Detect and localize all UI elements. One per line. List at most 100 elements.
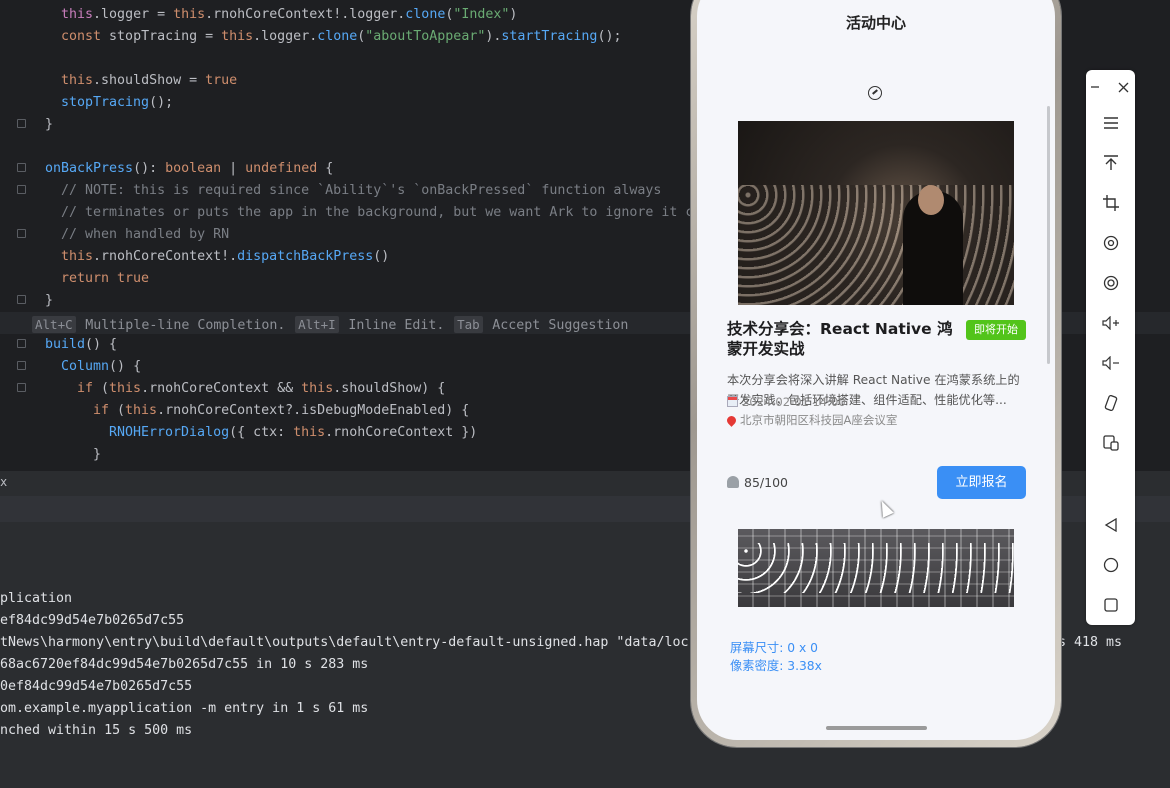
code-token: . — [205, 7, 214, 22]
console-line: 68ac6720ef84dc99d54e7b0265d7c55 in 10 s … — [0, 657, 369, 672]
hint-label: Multiple-line Completion. — [85, 318, 286, 333]
fold-marker-icon[interactable] — [17, 229, 26, 238]
menu-icon[interactable] — [1086, 109, 1135, 137]
fold-marker-icon[interactable] — [17, 295, 26, 304]
signup-button[interactable]: 立即报名 — [937, 466, 1026, 499]
code-line: build() { — [45, 334, 117, 356]
console-line: 0ef84dc99d54e7b0265d7c55 — [0, 679, 193, 694]
event-location-row: 北京市朝阳区科技园A座会议室 — [725, 412, 897, 428]
code-token: // terminates or puts the app in the bac… — [61, 205, 694, 220]
console-line: tNews\harmony\entry\build\default\output… — [0, 635, 689, 650]
emulator-toolbar — [1086, 70, 1135, 625]
code-token: this — [221, 29, 254, 44]
recents-icon[interactable] — [1086, 591, 1135, 619]
rotate-icon[interactable] — [1086, 229, 1135, 257]
code-token: | — [221, 161, 246, 176]
code-token: logger = — [101, 7, 174, 22]
code-token: if — [93, 403, 110, 418]
code-token: if — [77, 381, 94, 396]
code-line: } — [45, 290, 53, 312]
code-token: .rnohCoreContext!. — [93, 249, 238, 264]
code-token: this — [125, 403, 158, 418]
close-icon[interactable] — [1108, 73, 1138, 101]
console-line: ef84dc99d54e7b0265d7c55 — [0, 613, 185, 628]
screenshot-icon[interactable] — [1086, 269, 1135, 297]
code-line: return true — [61, 268, 149, 290]
fold-marker-icon[interactable] — [17, 163, 26, 172]
code-token: true — [205, 73, 238, 88]
code-token: .rnohCoreContext }) — [325, 425, 478, 440]
code-token: // when handled by RN — [61, 227, 230, 242]
phone-screen[interactable]: 活动中心 技术分享会：React Native 鸿蒙开发实战 即将开始 本次分享… — [697, 0, 1055, 740]
fold-marker-icon[interactable] — [17, 185, 26, 194]
code-token: stopTracing = — [109, 29, 222, 44]
code-line: // when handled by RN — [61, 224, 229, 246]
code-line: const stopTracing = this.logger.clone("a… — [61, 26, 621, 48]
tool-window-close[interactable]: x — [0, 475, 7, 489]
event-image — [738, 121, 1014, 305]
code-token: () { — [85, 337, 118, 352]
code-token: onBackPress — [45, 161, 134, 176]
code-line: } — [93, 444, 101, 466]
minimize-icon[interactable] — [1080, 73, 1110, 101]
code-token: "Index" — [453, 7, 510, 22]
code-token: clone — [317, 29, 358, 44]
code-token: // NOTE: this is required since `Ability… — [61, 183, 662, 198]
code-line: stopTracing(); — [61, 92, 173, 114]
console-line: plication — [0, 591, 73, 606]
code-token: ({ ctx: — [229, 425, 294, 440]
fold-marker-icon[interactable] — [17, 361, 26, 370]
calendar-icon — [727, 396, 738, 407]
home-indicator[interactable] — [826, 726, 927, 730]
shortcut-key: Tab — [454, 316, 483, 333]
hint-label: Accept Suggestion — [492, 318, 629, 333]
shake-icon[interactable] — [1086, 389, 1135, 417]
crop-icon[interactable] — [1086, 189, 1135, 217]
code-token: .logger. — [253, 29, 318, 44]
code-token: this — [61, 73, 94, 88]
code-line: // terminates or puts the app in the bac… — [61, 202, 693, 224]
code-line: this.logger = this.rnohCoreContext!.logg… — [61, 4, 517, 26]
scrollbar[interactable] — [1047, 106, 1050, 364]
code-line: Column() { — [61, 356, 141, 378]
shortcut-key: Alt+C — [32, 316, 76, 333]
speaker-head-shape — [918, 185, 944, 215]
code-line: } — [45, 114, 53, 136]
code-line: // NOTE: this is required since `Ability… — [61, 180, 661, 202]
screen-size-label: 屏幕尺寸: 0 x 0 — [730, 641, 818, 655]
location-pin-icon — [725, 414, 738, 427]
code-token: . — [93, 7, 102, 22]
back-icon[interactable] — [1086, 511, 1135, 539]
event-date: 2024-02-01 14:00 — [742, 395, 846, 409]
lights-shape — [738, 543, 1014, 593]
event-title: 技术分享会：React Native 鸿蒙开发实战 — [727, 320, 953, 358]
code-line: onBackPress(): boolean | undefined { — [45, 158, 333, 180]
multi-screen-icon[interactable] — [1086, 429, 1135, 457]
code-token: } — [45, 117, 54, 132]
code-token: ) — [509, 7, 518, 22]
code-token: Column — [61, 359, 110, 374]
code-token: (): — [133, 161, 166, 176]
pin-top-icon[interactable] — [1086, 149, 1135, 177]
volume-down-icon[interactable] — [1086, 349, 1135, 377]
code-token: (); — [597, 29, 622, 44]
code-token: .shouldShow) { — [333, 381, 446, 396]
code-token: .rnohCoreContext?. — [157, 403, 302, 418]
code-token: this — [293, 425, 326, 440]
code-token: rnohCoreContext!.logger. — [213, 7, 406, 22]
code-token: } — [45, 293, 54, 308]
code-token: "aboutToAppear" — [365, 29, 486, 44]
home-icon[interactable] — [1086, 551, 1135, 579]
participant-count-row: 85/100 — [727, 475, 788, 490]
code-token: this — [173, 7, 206, 22]
code-token: isDebugModeEnabled) { — [301, 403, 470, 418]
fold-marker-icon[interactable] — [17, 339, 26, 348]
code-token: this — [61, 7, 94, 22]
code-token: startTracing — [501, 29, 598, 44]
fold-marker-icon[interactable] — [17, 383, 26, 392]
fold-marker-icon[interactable] — [17, 119, 26, 128]
code-line: if (this.rnohCoreContext?.isDebugModeEna… — [93, 400, 469, 422]
hint-label: Inline Edit. — [348, 318, 445, 333]
volume-up-icon[interactable] — [1086, 309, 1135, 337]
code-line: RNOHErrorDialog({ ctx: this.rnohCoreCont… — [109, 422, 477, 444]
